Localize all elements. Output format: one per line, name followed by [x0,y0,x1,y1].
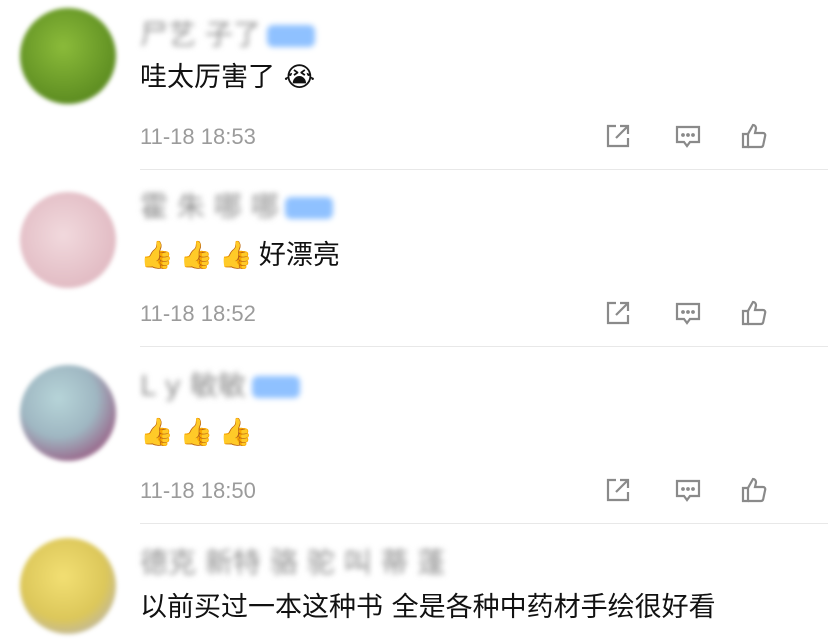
reply-icon[interactable] [670,472,706,508]
share-icon[interactable] [600,118,636,154]
thumbs-up-icon: 👍 [140,417,174,448]
comment-body: 以前买过一本这种书 全是各种中药材手绘很好看 [140,592,716,623]
avatar[interactable] [20,538,116,634]
commenter-name[interactable]: 霍 朱 哪 哪 [140,192,333,222]
comment-time: 11-18 18:53 [140,124,256,149]
thumbs-up-icon: 👍 [179,417,214,448]
comment-actions [600,295,800,331]
commenter-name[interactable]: 尸艺 子了 [140,20,315,50]
thumbs-up-icon: 👍 [219,240,253,271]
avatar[interactable] [20,8,116,104]
comment-item: 德克 新特 骆 驼 叫 蒂 蓬 以前买过一本这种书 全是各种中药材手绘很好看 [0,524,828,641]
comment-body: 好漂亮 [258,240,340,271]
commenter-name-text: 德克 新特 骆 驼 叫 蒂 蓬 [140,546,446,579]
commenter-name-text: L y 敏敏 [140,369,246,402]
thumbs-up-icon: 👍 [219,417,253,448]
comment-text: 哇太厉害了 😭 [140,60,321,96]
avatar[interactable] [20,365,116,461]
like-icon[interactable] [736,295,772,331]
share-icon[interactable] [600,472,636,508]
avatar[interactable] [20,192,116,288]
share-icon[interactable] [600,295,636,331]
commenter-name-text: 霍 朱 哪 哪 [140,190,279,223]
comment-time: 11-18 18:50 [140,478,256,503]
like-icon[interactable] [736,118,772,154]
comment-text: 以前买过一本这种书 全是各种中药材手绘很好看 [140,590,716,626]
comment-item: 霍 朱 哪 哪 👍 👍 👍 好漂亮 11-18 18:52 [0,170,828,347]
comment-actions [600,472,800,508]
comment-item: 尸艺 子了 哇太厉害了 😭 11-18 18:53 [0,0,828,170]
commenter-name[interactable]: L y 敏敏 [140,371,300,401]
commenter-name[interactable]: 德克 新特 骆 驼 叫 蒂 蓬 [140,548,445,578]
thumbs-up-icon: 👍 [140,240,174,271]
comment-text: 👍 👍 👍 好漂亮 [140,238,340,274]
name-tag [251,376,300,398]
name-tag [266,25,315,47]
comment-text: 👍 👍 👍 [140,415,259,451]
comment-actions [600,118,800,154]
comment-time: 11-18 18:52 [140,301,256,326]
comment-item: L y 敏敏 👍 👍 👍 11-18 18:50 [0,347,828,524]
reply-icon[interactable] [670,118,706,154]
reply-icon[interactable] [670,295,706,331]
name-tag [284,197,333,219]
like-icon[interactable] [736,472,772,508]
thumbs-up-icon: 👍 [179,240,214,271]
crying-emoji-icon: 😭 [283,62,316,93]
commenter-name-text: 尸艺 子了 [140,18,261,51]
comment-body: 哇太厉害了 [140,62,275,93]
